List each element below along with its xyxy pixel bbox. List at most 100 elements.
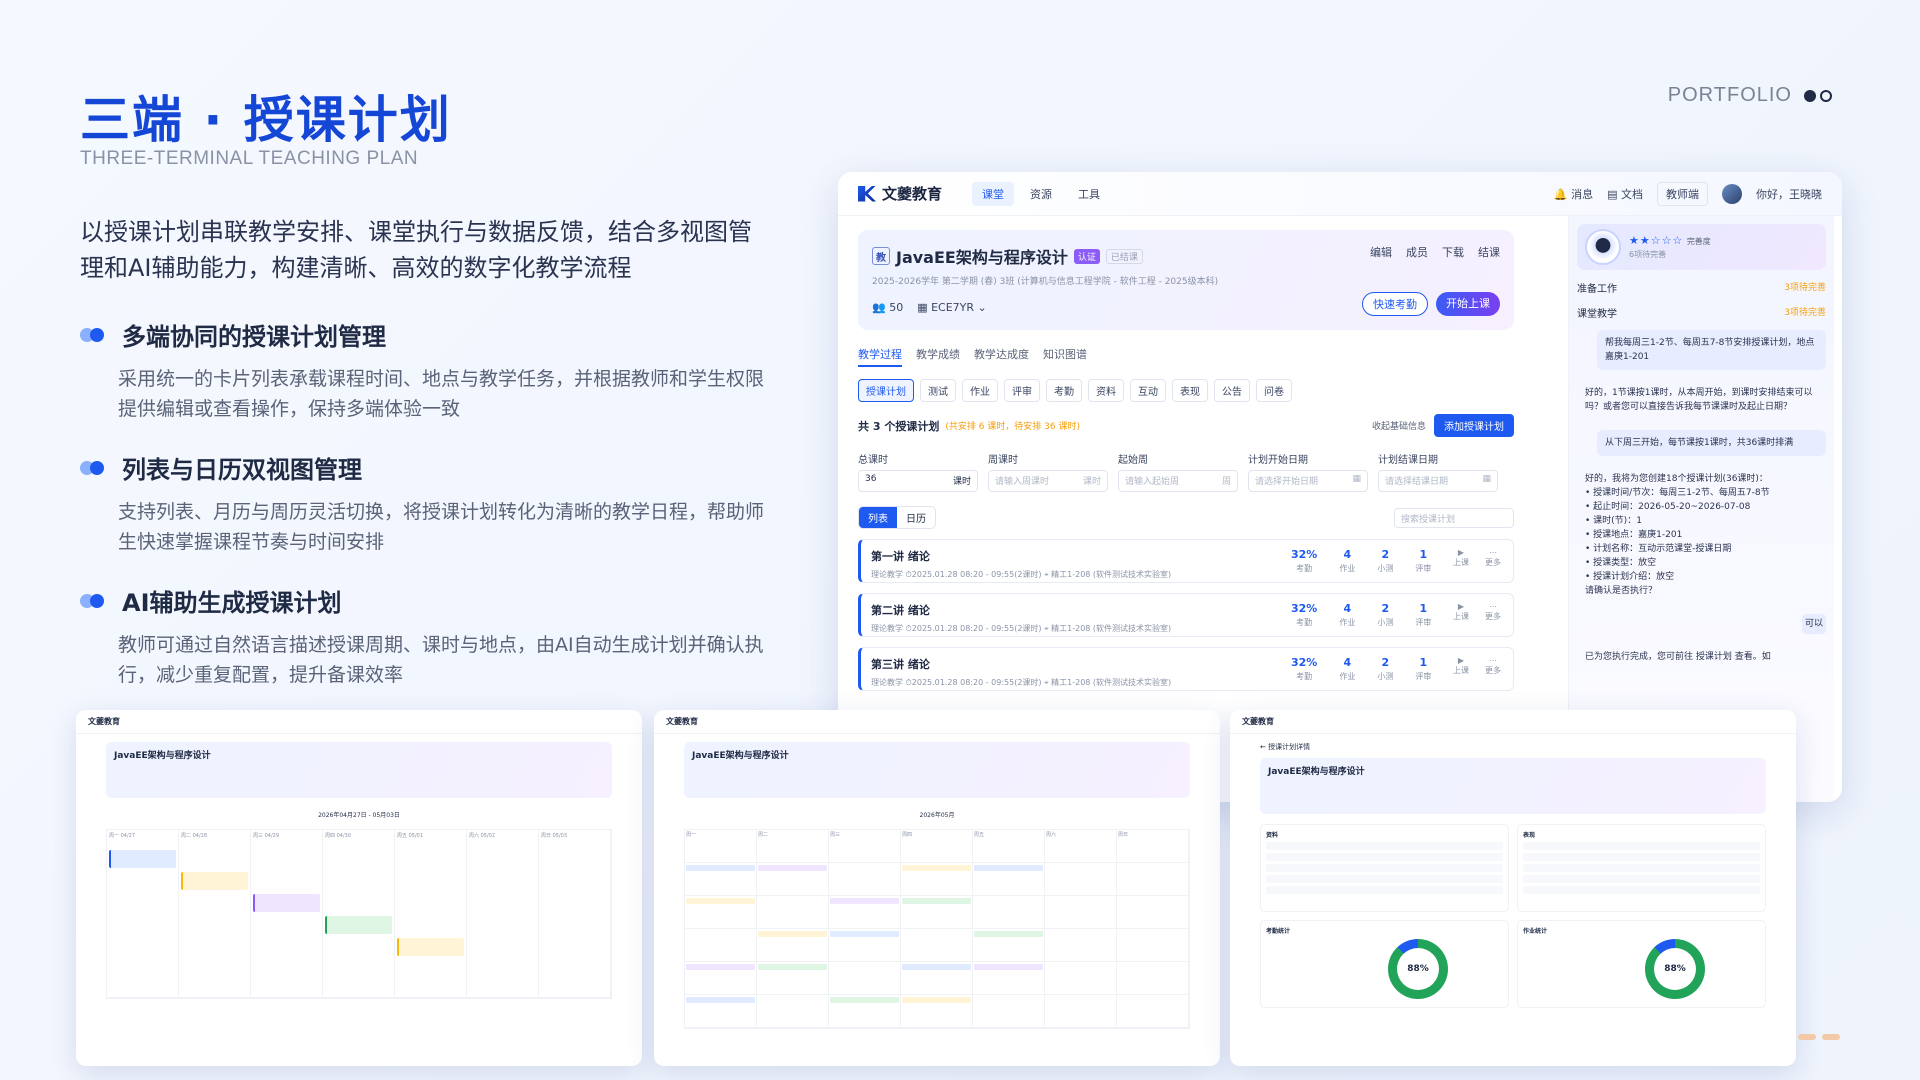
collapse-info-button[interactable]: 收起基础信息 [1372,419,1426,432]
start-lesson-button[interactable]: ▶ 上课 [1453,548,1469,568]
month-day-cell[interactable] [973,929,1045,962]
calendar-event[interactable] [686,865,755,871]
messages-link[interactable]: 🔔 消息 [1554,186,1593,202]
month-day-cell[interactable] [757,863,829,896]
month-day-cell[interactable] [973,896,1045,929]
nav-classroom[interactable]: 课堂 [972,181,1015,206]
lesson-card[interactable]: 第三讲 绪论 理论教学 ⏱2025.01.28 08:20 - 09:55(2课… [858,647,1514,691]
calendar-event[interactable] [902,964,971,970]
more-button[interactable]: ⋯ 更多 [1485,602,1501,622]
month-day-cell[interactable] [1117,962,1189,995]
calendar-event[interactable] [902,997,971,1003]
calendar-event[interactable] [325,916,392,934]
calendar-event[interactable] [902,865,971,871]
month-day-cell[interactable] [1045,995,1117,1028]
month-day-cell[interactable] [901,962,973,995]
role-select[interactable]: 教师端 [1657,181,1708,206]
month-day-cell[interactable] [901,896,973,929]
lesson-stat[interactable]: 32% 考勤 [1291,602,1317,628]
lesson-stat[interactable]: 4 作业 [1339,656,1355,682]
month-day-cell[interactable] [757,962,829,995]
calendar-event[interactable] [686,898,755,904]
lesson-stat[interactable]: 4 作业 [1339,548,1355,574]
finish-button[interactable]: 结课 [1478,244,1500,260]
month-day-cell[interactable] [1117,896,1189,929]
calendar-event[interactable] [830,997,899,1003]
month-day-cell[interactable] [1045,896,1117,929]
month-day-cell[interactable] [829,995,901,1028]
lesson-stat[interactable]: 1 评审 [1415,602,1431,628]
month-day-cell[interactable] [829,929,901,962]
avatar[interactable] [1722,183,1742,204]
view-list-button[interactable]: 列表 [859,507,897,528]
month-day-cell[interactable] [1045,863,1117,896]
calendar-event[interactable] [397,938,464,956]
start-week-input[interactable]: 请输入起始周 周 [1118,470,1238,492]
edit-button[interactable]: 编辑 [1370,244,1392,260]
tab-knowledge[interactable]: 知识图谱 [1043,346,1087,367]
month-day-cell[interactable] [973,962,1045,995]
lesson-stat[interactable]: 32% 考勤 [1291,656,1317,682]
calendar-event[interactable] [830,898,899,904]
month-day-cell[interactable] [1117,995,1189,1028]
tab-achievement[interactable]: 教学达成度 [974,346,1029,367]
brand-logo[interactable]: 文夔教育 [858,183,942,204]
month-day-cell[interactable] [901,863,973,896]
quick-attendance-button[interactable]: 快速考勤 [1362,292,1428,316]
calendar-event[interactable] [974,964,1043,970]
month-day-cell[interactable] [685,896,757,929]
month-day-cell[interactable] [1117,863,1189,896]
month-day-cell[interactable] [973,995,1045,1028]
more-button[interactable]: ⋯ 更多 [1485,548,1501,568]
calendar-event[interactable] [974,931,1043,937]
end-date-input[interactable]: 请选择结课日期 ▦ [1378,470,1498,492]
nav-resources[interactable]: 资源 [1020,182,1062,206]
subtab-test[interactable]: 测试 [920,379,956,402]
lesson-stat[interactable]: 2 小测 [1377,656,1393,682]
user-greeting[interactable]: 你好，王晓晓 [1756,186,1822,202]
month-day-cell[interactable] [1045,929,1117,962]
lesson-card[interactable]: 第一讲 绪论 理论教学 ⏱2025.01.28 08:20 - 09:55(2课… [858,539,1514,583]
view-calendar-button[interactable]: 日历 [897,507,935,528]
thumb-back-link[interactable]: ← 授课计划详情 [1260,742,1766,752]
calendar-event[interactable] [109,850,176,868]
subtab-survey[interactable]: 问卷 [1256,379,1292,402]
tab-process[interactable]: 教学过程 [858,346,902,367]
month-day-cell[interactable] [901,995,973,1028]
month-day-cell[interactable] [757,896,829,929]
month-day-cell[interactable] [901,929,973,962]
more-button[interactable]: ⋯ 更多 [1485,656,1501,676]
month-day-cell[interactable] [1117,929,1189,962]
calendar-event[interactable] [902,898,971,904]
month-day-cell[interactable] [829,863,901,896]
month-day-cell[interactable] [685,863,757,896]
start-lesson-button[interactable]: ▶ 上课 [1453,602,1469,622]
subtab-material[interactable]: 资料 [1088,379,1124,402]
start-lesson-button[interactable]: ▶ 上课 [1453,656,1469,676]
plan-search-input[interactable]: 搜索授课计划 [1394,507,1514,528]
ai-row-prep[interactable]: 准备工作 3项待完善 [1577,280,1826,295]
month-day-cell[interactable] [829,896,901,929]
month-day-cell[interactable] [757,929,829,962]
nav-tools[interactable]: 工具 [1068,182,1110,206]
lesson-stat[interactable]: 2 小测 [1377,602,1393,628]
calendar-event[interactable] [974,865,1043,871]
month-day-cell[interactable] [1045,962,1117,995]
subtab-performance[interactable]: 表现 [1172,379,1208,402]
lesson-stat[interactable]: 1 评审 [1415,656,1431,682]
calendar-event[interactable] [253,894,320,912]
start-date-input[interactable]: 请选择开始日期 ▦ [1248,470,1368,492]
month-day-cell[interactable] [757,995,829,1028]
confirm-button[interactable]: 可以 [1802,614,1826,634]
class-code[interactable]: ▦ ECE7YR ⌄ [917,301,987,314]
calendar-event[interactable] [686,997,755,1003]
calendar-event[interactable] [181,872,248,890]
month-day-cell[interactable] [973,863,1045,896]
subtab-interact[interactable]: 互动 [1130,379,1166,402]
calendar-event[interactable] [830,931,899,937]
add-plan-button[interactable]: 添加授课计划 [1434,414,1514,437]
total-hours-input[interactable]: 36 课时 [858,470,978,492]
calendar-event[interactable] [686,964,755,970]
docs-link[interactable]: ▤ 文档 [1607,186,1643,202]
tab-grades[interactable]: 教学成绩 [916,346,960,367]
